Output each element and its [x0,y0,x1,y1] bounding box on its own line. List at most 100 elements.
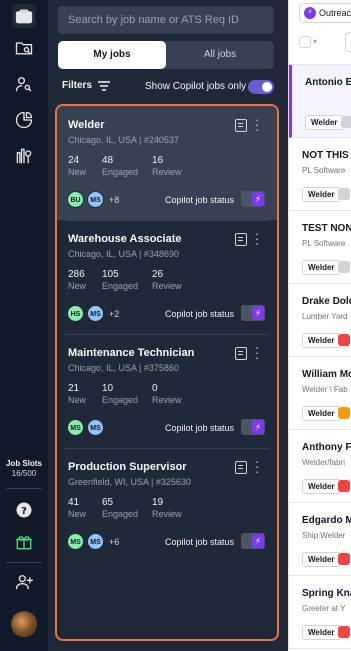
candidate-row[interactable]: TEST NON PL Software Welder [289,211,351,284]
stat-review: 16 Review [152,155,182,177]
stat-label: New [68,509,87,519]
analytics-icon[interactable] [12,144,36,168]
candidate-headline: Welder \ Fab [302,385,348,394]
avatar[interactable]: MS [67,533,84,550]
stat-new: 21 New [68,383,86,405]
status-icon [338,553,350,565]
job-chip: Welder [302,406,341,421]
job-chip: Welder [305,115,344,130]
candidate-name: Edgardo M [302,515,351,526]
job-description-icon[interactable] [235,347,247,360]
chevron-down-icon[interactable]: ▾ [313,37,317,46]
stat-engaged: 10 Engaged [102,383,138,405]
svg-text:?: ? [21,506,27,517]
more-options-icon[interactable]: · · · [254,227,260,250]
outreach-icon: ⚡ [304,7,316,19]
more-recruiters-count[interactable]: +8 [109,195,119,205]
tab-outreach[interactable]: ⚡ Outreach [299,3,351,23]
tab-outreach-label: Outreach [319,8,351,18]
stat-engaged: 65 Engaged [102,497,138,519]
candidate-row[interactable]: Anthony F Welder/fabri Welder [289,430,351,503]
more-options-icon[interactable]: · · · [254,455,260,478]
stat-engaged: 105 Engaged [102,269,138,291]
candidate-name: Drake Dold [302,296,351,307]
copilot-status-toggle[interactable] [241,533,265,549]
candidate-row[interactable]: Edgardo M Ship Welder Welder [289,503,351,576]
stat-label: Review [152,281,182,291]
stat-review: 0 Review [152,383,182,405]
job-search-input[interactable] [58,6,274,34]
candidate-headline: Lumber Yard [302,312,348,321]
job-title: Maintenance Technician [68,347,195,359]
card-divider [65,220,269,221]
job-description-icon[interactable] [235,119,247,132]
job-chip: Welder [302,260,341,275]
avatar[interactable]: MS [67,419,84,436]
stat-value: 26 [152,269,164,280]
candidate-row[interactable]: Drake Dold Lumber Yard Welder [289,284,351,357]
job-description-icon[interactable] [235,233,247,246]
jobs-panel: My jobs All jobs Filters Show Copilot jo… [48,0,288,651]
add-user-icon[interactable] [12,570,36,594]
briefcase-icon[interactable] [12,4,36,28]
left-rail: Job Slots 16/500 ? [0,0,48,651]
avatar[interactable]: MS [87,191,104,208]
job-card[interactable]: Maintenance Technician Chicago, IL, USA … [57,334,277,448]
avatar[interactable]: BU [67,191,84,208]
avatar[interactable]: MS [87,533,104,550]
bulk-action-button[interactable] [345,32,351,52]
user-search-icon[interactable] [12,72,36,96]
stat-new: 286 New [68,269,86,291]
job-slots-value: 16/500 [11,469,37,478]
candidate-row[interactable]: Antonio Ed Welder [289,65,351,138]
gift-icon[interactable] [12,530,36,554]
tab-all-jobs[interactable]: All jobs [166,41,274,69]
candidate-row[interactable]: Spring Kna Greeter at Y Welder [289,576,351,649]
copilot-status-toggle[interactable] [241,191,265,207]
candidate-name: TEST NON [302,223,351,234]
pie-chart-icon[interactable] [12,108,36,132]
stat-label: New [68,395,87,405]
candidate-headline: Welder/fabri [302,458,345,467]
rail-divider [6,562,42,563]
copilot-only-toggle[interactable] [248,80,274,94]
stat-review: 19 Review [152,497,182,519]
more-options-icon[interactable]: · · · [254,341,260,364]
help-icon[interactable]: ? [12,498,36,522]
stat-value: 105 [102,269,119,280]
stat-label: Engaged [102,281,139,291]
candidate-row[interactable]: NOT THIS PL Software Welder [289,138,351,211]
job-chip: Welder [302,625,341,640]
job-list: Welder Chicago, IL, USA | #240537 · · · 24… [55,104,279,641]
more-recruiters-count[interactable]: +2 [109,309,119,319]
avatar[interactable]: MS [87,419,104,436]
job-chip: Welder [302,479,341,494]
stat-new: 24 New [68,155,86,177]
avatar[interactable]: HS [67,305,84,322]
copilot-status-toggle[interactable] [241,305,265,321]
job-location: Greenfield, WI, USA | #325630 [68,477,191,487]
job-location: Chicago, IL, USA | #348690 [68,249,179,259]
stat-label: Engaged [102,167,139,177]
more-options-icon[interactable]: · · · [254,113,260,136]
more-recruiters-count[interactable]: +6 [109,537,119,547]
candidate-headline: PL Software [302,166,346,175]
job-card[interactable]: Warehouse Associate Chicago, IL, USA | #… [57,220,277,334]
stat-label: New [68,281,87,291]
copilot-status-label: Copilot job status [165,423,235,433]
user-avatar[interactable] [11,611,37,637]
stat-label: New [68,167,87,177]
job-description-icon[interactable] [235,461,247,474]
stat-value: 10 [102,383,114,394]
tab-my-jobs[interactable]: My jobs [58,41,166,69]
avatar[interactable]: MS [87,305,104,322]
copilot-status-toggle[interactable] [241,419,265,435]
filters-button[interactable]: Filters [62,80,111,91]
job-slots: Job Slots 16/500 [0,459,48,479]
select-all-checkbox[interactable] [299,36,311,48]
folder-search-icon[interactable] [12,36,36,60]
job-card[interactable]: Welder Chicago, IL, USA | #240537 · · · 24… [57,106,277,220]
candidate-row[interactable]: William Mo Welder \ Fab Welder [289,357,351,430]
job-card[interactable]: Production Supervisor Greenfield, WI, US… [57,448,277,562]
job-location: Chicago, IL, USA | #375860 [68,363,179,373]
